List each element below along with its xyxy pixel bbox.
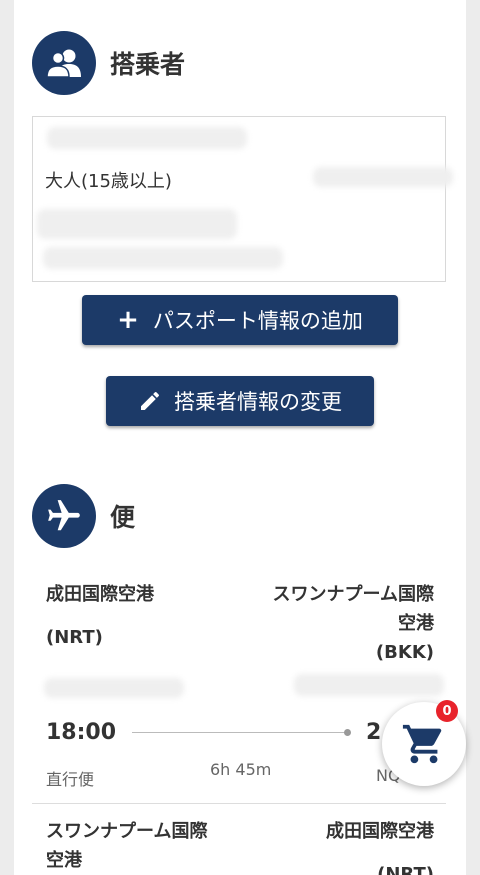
outbound-destination-name-1: スワンナプーム国際 [272, 584, 434, 605]
flight-timeline [132, 732, 346, 733]
timeline-dot [344, 729, 351, 736]
add-passport-button[interactable]: + パスポート情報の追加 [82, 295, 398, 345]
flights-title: 便 [110, 503, 136, 532]
passengers-title: 搭乗者 [110, 50, 186, 79]
return-destination-name: 成田国際空港 [326, 821, 434, 842]
passenger-card: 大人(15歳以上) [32, 116, 453, 282]
duration-label: 6h 45m [210, 760, 272, 779]
airplane-icon [32, 484, 96, 548]
redacted-contact [43, 247, 283, 269]
outbound-origin-code: (NRT) [46, 627, 103, 648]
people-icon [32, 31, 96, 95]
arrive-time: 2 [366, 720, 382, 745]
flights-header: 便 [32, 484, 135, 548]
return-origin-name-2: 空港 [46, 850, 82, 871]
redacted-name [47, 127, 247, 149]
passengers-header: 搭乗者 [32, 31, 185, 95]
return-destination-code: (NRT) [377, 864, 434, 875]
passenger-type: 大人(15歳以上) [45, 171, 172, 192]
outbound-destination-code: (BKK) [375, 642, 434, 663]
redacted-info [313, 167, 453, 187]
depart-time: 18:00 [46, 720, 117, 745]
outbound-origin-name: 成田国際空港 [46, 584, 154, 605]
redacted-date-left [44, 678, 184, 698]
plus-icon: + [117, 305, 139, 335]
stops-label: 直行便 [46, 770, 95, 789]
cart-count-badge: 0 [436, 700, 458, 722]
cart-icon [402, 724, 442, 764]
flight-divider [32, 803, 446, 804]
pencil-icon [141, 391, 160, 410]
return-origin-name-1: スワンナプーム国際 [46, 821, 208, 842]
edit-passenger-label: 搭乗者情報の変更 [174, 390, 342, 414]
redacted-detail [37, 209, 237, 239]
outbound-destination-name-2: 空港 [398, 613, 434, 634]
add-passport-label: パスポート情報の追加 [152, 309, 363, 333]
edit-passenger-button[interactable]: 搭乗者情報の変更 [106, 376, 374, 426]
redacted-date-right [294, 674, 444, 696]
